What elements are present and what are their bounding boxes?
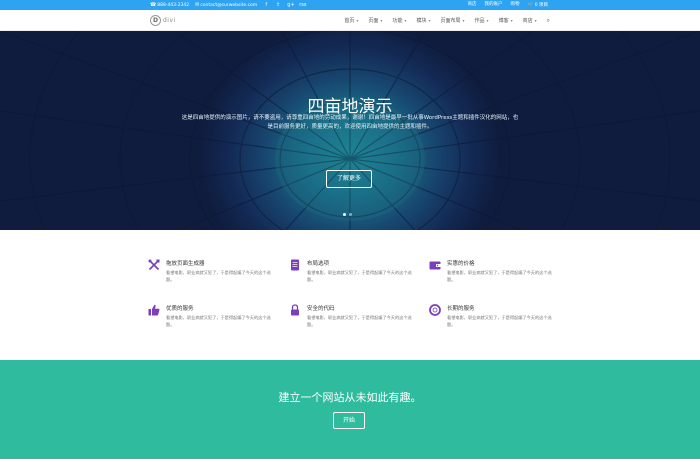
phone-icon: ☎ xyxy=(150,1,157,8)
top-bar: ☎888-443-2342 ✉contact@surwebsite.com f … xyxy=(0,0,700,10)
start-button[interactable]: 开始 xyxy=(333,412,365,429)
nav-item-pages[interactable]: 页面 ▾ xyxy=(368,17,382,24)
slider-dots xyxy=(343,213,352,216)
document-icon xyxy=(291,259,299,271)
email-contact[interactable]: ✉contact@surwebsite.com xyxy=(195,0,257,11)
feature-text: 看望电影，职业病就又犯了，于是得起编了今天的这个选题。 xyxy=(307,270,412,282)
feature-text: 看望电影，职业病就又犯了，于是得起编了今天的这个选题。 xyxy=(447,315,552,327)
logo-mark: D xyxy=(150,15,161,26)
chevron-down-icon: ▾ xyxy=(510,18,513,23)
phone-contact[interactable]: ☎888-443-2342 xyxy=(150,0,189,11)
nav-item-portfolio[interactable]: 作品 ▾ xyxy=(475,17,489,24)
feature-title: 优质的服务 xyxy=(166,306,194,312)
nav-item-blog[interactable]: 博客 ▾ xyxy=(499,17,513,24)
nav-item-home[interactable]: 首页 ▾ xyxy=(344,17,358,24)
cart-link[interactable]: 🛒0 项目 xyxy=(527,0,548,11)
feature-title: 实惠的价格 xyxy=(447,261,475,267)
feature-title: 布局选项 xyxy=(307,261,330,267)
nav-item-modules[interactable]: 模块 ▾ xyxy=(416,17,430,24)
tools-icon xyxy=(148,259,160,271)
hero-description: 这是四亩地提供的演示图片，请不要盗用，请尊重四亩地的劳动成果，谢谢！四亩地是最早… xyxy=(181,115,519,130)
thumbs-up-icon xyxy=(148,304,160,316)
rss-icon[interactable]: rss xyxy=(299,0,306,10)
facebook-icon[interactable]: f xyxy=(263,0,269,10)
logo-text: divi xyxy=(163,17,176,24)
cta-section: 建立一个网站从未如此有趣。 开始 xyxy=(0,360,700,459)
features-section: 拖放页面生成器 看望电影，职业病就又犯了，于是得起编了今天的这个选题。 布局选项… xyxy=(0,230,700,360)
feature-title: 拖放页面生成器 xyxy=(166,261,205,267)
hero-slider: 四亩地演示 这是四亩地提供的演示图片，请不要盗用，请尊重四亩地的劳动成果，谢谢！… xyxy=(0,31,700,230)
search-icon[interactable]: ⌕ xyxy=(547,17,550,25)
chevron-down-icon: ▾ xyxy=(380,18,383,23)
wallet-icon xyxy=(429,261,441,270)
lifebuoy-icon xyxy=(429,304,441,316)
feature-title: 长期的服务 xyxy=(447,306,475,312)
twitter-icon[interactable]: t xyxy=(275,0,281,10)
feature-title: 安全的代码 xyxy=(307,306,335,312)
chevron-down-icon: ▾ xyxy=(534,18,537,23)
feature-text: 看望电影，职业病就又犯了，于是得起编了今天的这个选题。 xyxy=(307,315,412,327)
cart-icon: 🛒 xyxy=(527,1,534,8)
top-link-shop[interactable]: 商店 xyxy=(467,0,476,10)
nav-item-features[interactable]: 功能 ▾ xyxy=(392,17,406,24)
mail-icon: ✉ xyxy=(195,1,200,8)
chevron-down-icon: ▾ xyxy=(356,18,359,23)
nav-item-shop[interactable]: 商店 ▾ xyxy=(523,17,537,24)
site-header: D divi 首页 ▾ 页面 ▾ 功能 ▾ 模块 ▾ 页面布局 ▾ 作品 ▾ 博客 ▾ 商店 ▾… xyxy=(0,10,700,31)
nav-item-layouts[interactable]: 页面布局 ▾ xyxy=(441,17,465,24)
site-logo[interactable]: D divi xyxy=(150,15,176,26)
feature-text: 看望电影，职业病就又犯了，于是得起编了今天的这个选题。 xyxy=(447,270,552,282)
chevron-down-icon: ▾ xyxy=(462,18,465,23)
chevron-down-icon: ▾ xyxy=(428,18,431,23)
learn-more-button[interactable]: 了解更多 xyxy=(326,170,372,188)
top-link-checkout[interactable]: 购物 xyxy=(510,0,519,10)
slider-dot-1[interactable] xyxy=(343,213,346,216)
google-plus-icon[interactable]: g+ xyxy=(287,0,294,10)
chevron-down-icon: ▾ xyxy=(404,18,407,23)
top-link-account[interactable]: 我的账户 xyxy=(484,0,502,10)
chevron-down-icon: ▾ xyxy=(486,18,489,23)
feature-text: 看望电影，职业病就又犯了，于是得起编了今天的这个选题。 xyxy=(166,315,271,327)
feature-text: 看望电影，职业病就又犯了，于是得起编了今天的这个选题。 xyxy=(166,270,271,282)
main-nav: 首页 ▾ 页面 ▾ 功能 ▾ 模块 ▾ 页面布局 ▾ 作品 ▾ 博客 ▾ 商店 ▾ ⌕ xyxy=(344,10,550,31)
lock-icon xyxy=(291,304,299,316)
slider-dot-2[interactable] xyxy=(349,213,352,216)
cta-title: 建立一个网站从未如此有趣。 xyxy=(278,391,422,404)
